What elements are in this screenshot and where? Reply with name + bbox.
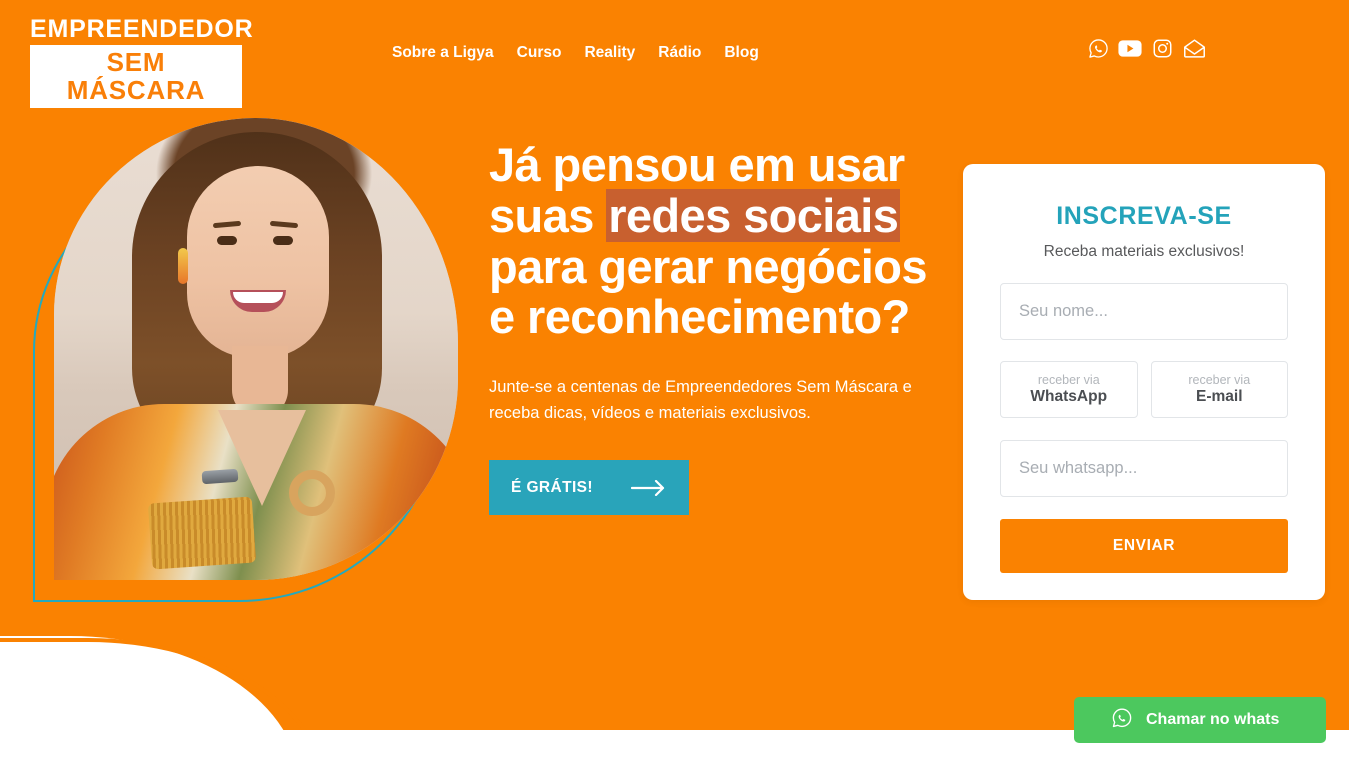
instagram-icon[interactable]	[1150, 36, 1174, 60]
social-links	[1086, 36, 1206, 60]
main-navigation: Sobre a Ligya Curso Reality Rádio Blog	[392, 44, 759, 62]
bottom-left-curve-outline	[0, 638, 328, 730]
whatsapp-input[interactable]	[1000, 440, 1288, 497]
portrait-container	[33, 118, 458, 603]
email-icon[interactable]	[1182, 36, 1206, 60]
portrait-blouse-stripes	[147, 496, 257, 570]
channel-option-whatsapp[interactable]: receber via WhatsApp	[1000, 361, 1138, 418]
logo-line-1: EMPREENDEDOR	[30, 15, 254, 43]
portrait-earring	[178, 248, 188, 284]
headline-part-2: para gerar negócios e reconhecimento?	[489, 239, 927, 344]
nav-item-reality[interactable]: Reality	[584, 44, 658, 62]
page-title: Já pensou em usar suas redes sociais par…	[489, 139, 934, 344]
portrait-teeth	[233, 292, 283, 303]
channel-email-label: E-mail	[1195, 388, 1243, 405]
channel-whatsapp-sublabel: receber via	[1037, 373, 1100, 387]
youtube-icon[interactable]	[1118, 36, 1142, 60]
logo-line-2: SEM MÁSCARA	[66, 47, 206, 106]
portrait-image	[54, 118, 458, 580]
logo-line-2-box: SEM MÁSCARA	[30, 45, 242, 109]
hero-copy: Já pensou em usar suas redes sociais par…	[489, 139, 934, 516]
channel-selector: receber via WhatsApp receber via E-mail	[1000, 361, 1288, 418]
portrait-eye-left	[217, 236, 237, 245]
headline-highlight: redes sociais	[606, 188, 901, 242]
portrait-eye-right	[273, 236, 293, 245]
whatsapp-float-button[interactable]: Chamar no whats	[1074, 697, 1326, 743]
nav-item-blog[interactable]: Blog	[724, 44, 758, 62]
cta-free-button[interactable]: É GRÁTIS!	[489, 460, 689, 516]
form-subtitle: Receba materiais exclusivos!	[1043, 243, 1245, 260]
channel-email-sublabel: receber via	[1188, 373, 1251, 387]
signup-form-card: INSCREVA-SE Receba materiais exclusivos!…	[963, 164, 1325, 600]
form-title: INSCREVA-SE	[1056, 202, 1232, 230]
whatsapp-float-label: Chamar no whats	[1146, 711, 1280, 728]
portrait-face	[187, 166, 329, 358]
whatsapp-icon[interactable]	[1086, 36, 1110, 60]
arrow-right-icon	[631, 479, 667, 496]
channel-option-email[interactable]: receber via E-mail	[1150, 361, 1288, 418]
site-header: EMPREENDEDOR SEM MÁSCARA Sobre a Ligya C…	[0, 0, 1349, 109]
nav-item-radio[interactable]: Rádio	[658, 44, 724, 62]
portrait-lapel-mic	[201, 468, 239, 485]
nav-item-sobre-a-ligya[interactable]: Sobre a Ligya	[392, 44, 517, 62]
cta-label: É GRÁTIS!	[511, 478, 593, 496]
portrait-photo	[54, 118, 458, 580]
hero-section: Já pensou em usar suas redes sociais par…	[0, 0, 1349, 730]
site-logo[interactable]: EMPREENDEDOR SEM MÁSCARA	[30, 15, 254, 109]
portrait-necklace-ring	[289, 470, 335, 516]
name-input[interactable]	[1000, 283, 1288, 340]
whatsapp-icon	[1111, 707, 1133, 734]
nav-item-curso[interactable]: Curso	[517, 44, 585, 62]
channel-whatsapp-label: WhatsApp	[1030, 388, 1108, 405]
submit-button[interactable]: ENVIAR	[1000, 519, 1288, 573]
hero-subcopy: Junte-se a centenas de Empreendedores Se…	[489, 378, 912, 422]
